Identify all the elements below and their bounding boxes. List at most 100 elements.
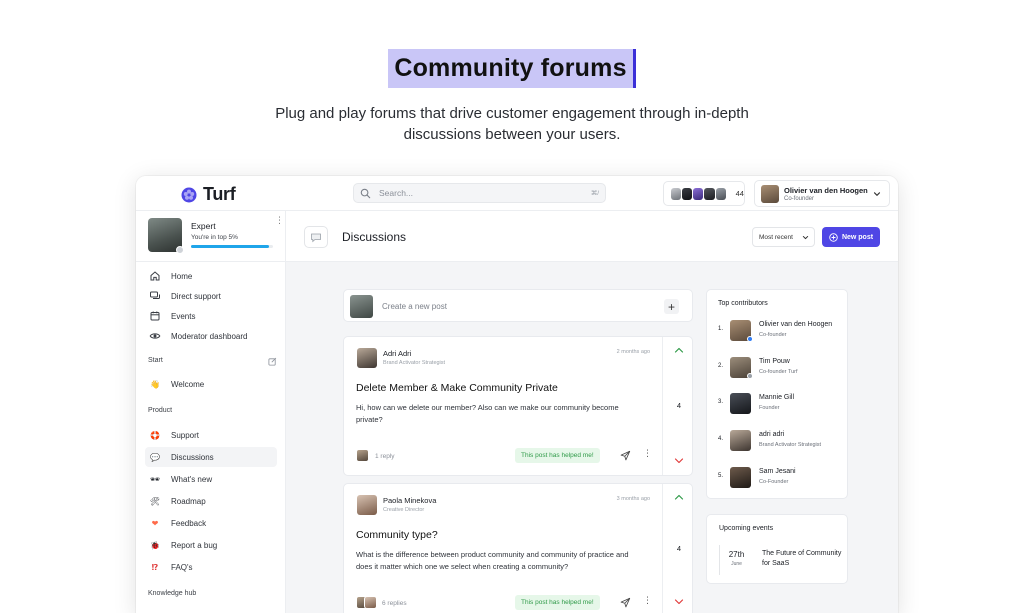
upvote-icon[interactable]	[674, 346, 684, 354]
contributor-role: Co-founder	[759, 332, 787, 338]
contributor-role: Co-Founder	[759, 479, 789, 485]
sidebar-item-label: Moderator dashboard	[171, 331, 248, 341]
contributor-avatar	[730, 430, 751, 451]
profile-card[interactable]: Expert You're in top 5% ⋮	[136, 211, 286, 262]
post-card[interactable]: Paola Minekova Creative Director 3 month…	[343, 483, 693, 613]
contributor-name: Sam Jesani	[759, 468, 796, 475]
sidebar-item-label: What's new	[171, 474, 213, 484]
tools-emoji-icon: 🛠	[149, 496, 161, 506]
sidebar-item-roadmap[interactable]: 🛠 Roadmap	[145, 491, 277, 511]
post-author: Paola Minekova	[383, 496, 437, 505]
sidebar-item-whats-new[interactable]: 🕶 What's new	[145, 469, 277, 489]
top-contributors-card: Top contributors 1. Olivier van den Hoog…	[706, 289, 848, 499]
add-post-button[interactable]: +	[664, 299, 679, 314]
reply-avatars	[356, 596, 377, 609]
downvote-icon[interactable]	[674, 457, 684, 465]
post-time: 3 months ago	[616, 496, 650, 502]
vote-column: 4	[662, 484, 694, 613]
sidebar-item-label: Support	[171, 430, 200, 440]
contributor-badge	[747, 336, 753, 342]
profile-rank: You're in top 5%	[191, 234, 238, 241]
member-avatar	[682, 187, 693, 200]
contributor-role: Founder	[759, 405, 780, 411]
reply-count[interactable]: 6 replies	[382, 600, 407, 607]
helped-button[interactable]: This post has helped me!	[515, 595, 600, 610]
profile-badge	[176, 246, 184, 254]
sidebar-item-label: Roadmap	[171, 496, 206, 506]
logo-text: Turf	[203, 184, 236, 204]
chat-icon	[150, 291, 160, 299]
contributor-rank: 2.	[718, 363, 724, 369]
edit-icon[interactable]	[268, 357, 277, 366]
sidebar-item-label: FAQ's	[171, 562, 193, 572]
sidebar-item-feedback[interactable]: ❤ Feedback	[145, 513, 277, 533]
sidebar-item-home[interactable]: Home	[145, 266, 277, 286]
contributor-rank: 1.	[718, 326, 724, 332]
post-title[interactable]: Delete Member & Make Community Private	[356, 382, 558, 394]
sidebar-item-label: Report a bug	[171, 540, 218, 550]
contributor-row[interactable]: 4. adri adri Brand Activator Strategist	[718, 430, 838, 454]
contributor-row[interactable]: 3. Mannie Gill Founder	[718, 393, 838, 417]
sidebar: Expert You're in top 5% ⋮ Home Direct su…	[136, 211, 286, 613]
search-input[interactable]: Search... ⌘/	[353, 183, 606, 203]
sidebar-item-label: Home	[171, 271, 193, 281]
hero-title-wrap: Community forums	[0, 49, 1024, 88]
sidebar-item-direct-support[interactable]: Direct support	[145, 286, 277, 306]
search-icon	[360, 188, 371, 198]
reply-avatar	[356, 449, 369, 462]
upvote-icon[interactable]	[674, 493, 684, 501]
helped-button[interactable]: This post has helped me!	[515, 448, 600, 463]
new-post-label: New post	[841, 233, 874, 241]
sidebar-item-discussions[interactable]: 💬 Discussions	[145, 447, 277, 467]
main-header: Discussions Most recent New post	[286, 211, 898, 262]
contributor-row[interactable]: 5. Sam Jesani Co-Founder	[718, 467, 838, 491]
sidebar-item-events[interactable]: Events	[145, 306, 277, 326]
profile-progress-fill	[191, 245, 269, 248]
support-emoji-icon: 🛟	[150, 430, 160, 440]
kebab-menu-icon[interactable]: ⋮	[275, 216, 284, 225]
sidebar-item-moderator-dashboard[interactable]: Moderator dashboard	[145, 326, 277, 346]
reply-avatar	[364, 596, 377, 609]
create-post-card[interactable]: Create a new post +	[343, 289, 693, 322]
post-card[interactable]: Adri Adri Brand Activator Strategist 2 m…	[343, 336, 693, 476]
wave-emoji-icon: 👋	[150, 379, 160, 389]
sidebar-item-report-a-bug[interactable]: 🐞 Report a bug	[145, 535, 277, 555]
event-month: June	[731, 561, 742, 567]
contributor-row[interactable]: 2. Tim Pouw Co-founder Turf	[718, 357, 838, 381]
event-name[interactable]: The Future of Community for SaaS	[762, 549, 842, 569]
upcoming-events-title: Upcoming events	[719, 525, 774, 532]
contributor-row[interactable]: 1. Olivier van den Hoogen Co-founder	[718, 320, 838, 344]
sort-dropdown[interactable]: Most recent	[752, 227, 815, 247]
create-post-placeholder: Create a new post	[382, 302, 447, 311]
search-placeholder: Search...	[379, 188, 414, 198]
user-menu[interactable]: Olivier van den Hoogen Co-founder	[754, 180, 890, 207]
sidebar-item-label: Events	[171, 311, 196, 321]
app-window: Turf Search... ⌘/ 44 Olivier van den Hoo…	[136, 176, 898, 613]
sidebar-item-support[interactable]: 🛟 Support	[145, 425, 277, 445]
profile-level: Expert	[191, 221, 216, 231]
member-avatar	[704, 187, 715, 200]
member-count: 44	[735, 189, 744, 198]
logo[interactable]: Turf	[181, 184, 236, 205]
sidebar-item-label: Welcome	[171, 379, 205, 389]
send-icon[interactable]	[620, 450, 631, 461]
kebab-menu-icon[interactable]: ⋮	[643, 596, 652, 605]
post-author-role: Creative Director	[383, 507, 425, 513]
post-body: What is the difference between product c…	[356, 550, 629, 571]
send-icon[interactable]	[620, 597, 631, 608]
question-emoji-icon: ⁉	[151, 562, 159, 572]
heart-emoji-icon: ❤	[151, 518, 159, 528]
calendar-icon	[150, 311, 160, 321]
sidebar-item-faqs[interactable]: ⁉ FAQ's	[145, 557, 277, 577]
sidebar-item-welcome[interactable]: 👋 Welcome	[145, 374, 277, 394]
top-bar: Turf Search... ⌘/ 44 Olivier van den Hoo…	[136, 176, 898, 211]
new-post-button[interactable]: New post	[822, 227, 880, 247]
member-avatars[interactable]: 44	[663, 181, 745, 206]
reply-count[interactable]: 1 reply	[375, 453, 395, 460]
contributor-name: Mannie Gill	[759, 394, 795, 401]
hero-title: Community forums	[388, 49, 636, 88]
bug-emoji-icon: 🐞	[150, 540, 160, 550]
post-title[interactable]: Community type?	[356, 529, 438, 541]
downvote-icon[interactable]	[674, 598, 684, 606]
kebab-menu-icon[interactable]: ⋮	[643, 449, 652, 458]
